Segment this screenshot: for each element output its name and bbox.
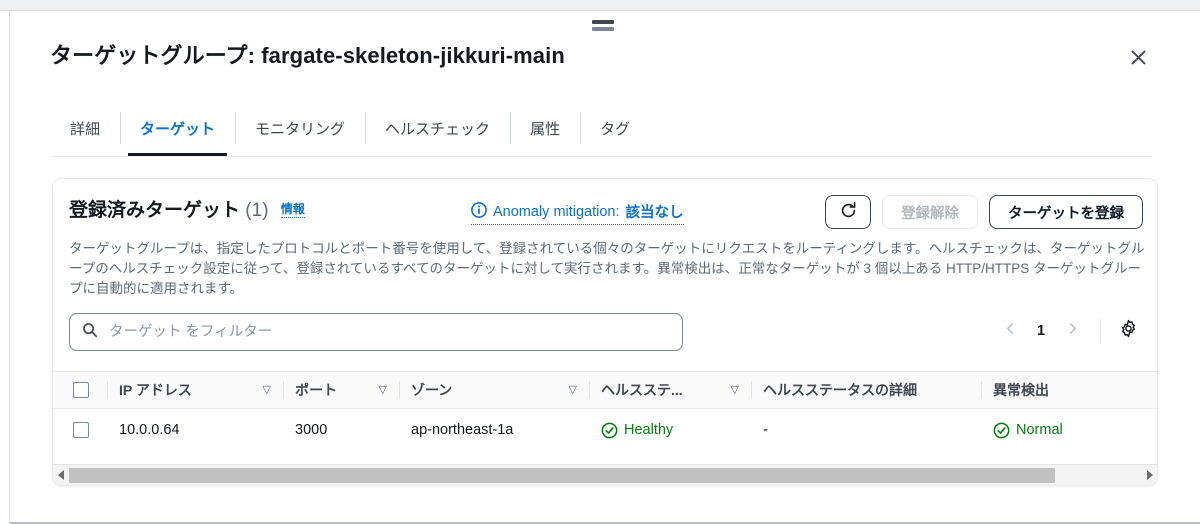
tab-monitoring[interactable]: モニタリング xyxy=(235,100,365,156)
chevron-left-icon xyxy=(1004,322,1017,340)
register-target-button[interactable]: ターゲットを登録 xyxy=(989,195,1143,229)
table-toolbar: 1 xyxy=(69,313,1143,351)
column-header-zone-label: ゾーン xyxy=(411,382,453,398)
gear-icon xyxy=(1119,319,1138,343)
tab-attributes-label: 属性 xyxy=(530,120,561,138)
tab-targets-label: ターゲット xyxy=(140,120,216,138)
anomaly-status-text: Normal xyxy=(1016,422,1063,438)
cell-port: 3000 xyxy=(295,422,328,438)
page-title-separator: : xyxy=(247,43,262,68)
column-header-ip[interactable]: IP アドレス ▽ xyxy=(107,372,283,408)
column-header-health-detail-label: ヘルスステータスの詳細 xyxy=(763,382,917,398)
tab-bar: 詳細 ターゲット モニタリング ヘルスチェック 属性 タグ xyxy=(50,100,1152,157)
tab-targets[interactable]: ターゲット xyxy=(120,100,235,156)
card-title-text: 登録済みターゲット xyxy=(69,200,241,221)
tab-tags-label: タグ xyxy=(600,120,631,138)
panel-drag-handle[interactable] xyxy=(592,20,614,32)
anomaly-mitigation-prefix: Anomaly mitigation: xyxy=(493,203,620,220)
column-header-port[interactable]: ポート ▽ xyxy=(283,372,399,408)
column-header-health-status[interactable]: ヘルスステ... ▽ xyxy=(589,372,751,408)
pagination-next-button[interactable] xyxy=(1056,314,1088,348)
deregister-button[interactable]: 登録解除 xyxy=(882,195,978,229)
page-title-label: ターゲットグループ xyxy=(50,43,248,68)
scroll-right-arrow-icon[interactable] xyxy=(1141,465,1157,486)
pagination-divider xyxy=(1100,319,1101,343)
check-circle-icon xyxy=(993,422,1010,439)
refresh-button[interactable] xyxy=(825,195,871,229)
status-badge-health: Healthy xyxy=(601,422,673,439)
tab-healthcheck-label: ヘルスチェック xyxy=(385,120,491,138)
tab-healthcheck[interactable]: ヘルスチェック xyxy=(365,100,510,156)
sort-icon-ip: ▽ xyxy=(262,383,271,396)
row-select-cell xyxy=(53,409,107,451)
table-header-row: IP アドレス ▽ ポート ▽ ゾーン ▽ ヘルスステ... ▽ ヘルスステータ… xyxy=(53,371,1157,409)
tab-attributes[interactable]: 属性 xyxy=(510,100,580,156)
cell-anomaly: Normal xyxy=(981,409,1157,451)
deregister-button-label: 登録解除 xyxy=(901,205,959,222)
card-description: ターゲットグループは、指定したプロトコルとポート番号を使用して、登録されている個… xyxy=(69,241,1145,296)
page-title-name: fargate-skeleton-jikkuri-main xyxy=(261,43,565,68)
search-input[interactable] xyxy=(107,315,670,349)
anomaly-mitigation-link[interactable]: Anomaly mitigation: 該当なし xyxy=(471,201,684,225)
table-row[interactable]: 10.0.0.64 3000 ap-northeast-1a Healthy -… xyxy=(53,409,1157,451)
pagination: 1 xyxy=(994,314,1143,348)
page-title: ターゲットグループ: fargate-skeleton-jikkuri-main xyxy=(50,38,565,70)
column-header-health-status-label: ヘルスステ... xyxy=(601,382,683,398)
tab-tags[interactable]: タグ xyxy=(580,100,650,156)
cell-zone: ap-northeast-1a xyxy=(411,422,514,438)
close-button[interactable] xyxy=(1122,41,1154,73)
drag-handle-bar-bottom xyxy=(592,27,614,31)
sort-icon-zone: ▽ xyxy=(568,383,577,396)
info-link[interactable]: 情報 xyxy=(280,202,305,218)
column-header-anomaly[interactable]: 異常検出 xyxy=(981,372,1157,408)
tab-details-label: 詳細 xyxy=(70,120,101,138)
scrollbar-thumb[interactable] xyxy=(69,467,1056,483)
scrollbar-track[interactable] xyxy=(69,467,1141,483)
tab-details[interactable]: 詳細 xyxy=(50,100,120,156)
refresh-icon xyxy=(839,201,858,224)
chevron-right-icon xyxy=(1066,322,1079,340)
row-checkbox[interactable] xyxy=(73,422,89,438)
health-status-text: Healthy xyxy=(624,422,674,438)
close-icon xyxy=(1129,48,1148,67)
search-box[interactable] xyxy=(69,313,683,351)
select-all-header xyxy=(53,372,107,408)
column-header-health-detail[interactable]: ヘルスステータスの詳細 xyxy=(751,372,981,408)
column-header-zone[interactable]: ゾーン ▽ xyxy=(399,372,589,408)
cell-ip: 10.0.0.64 xyxy=(119,422,180,438)
search-icon xyxy=(82,322,98,343)
column-header-ip-label: IP アドレス xyxy=(119,382,192,398)
table-horizontal-scrollbar[interactable] xyxy=(53,464,1157,485)
scroll-left-arrow-icon[interactable] xyxy=(53,465,69,486)
window-top-strip xyxy=(0,0,1200,11)
check-circle-icon xyxy=(601,422,618,439)
sort-icon-health-status: ▽ xyxy=(730,383,739,396)
column-header-port-label: ポート xyxy=(295,382,337,398)
app-root: ターゲットグループ: fargate-skeleton-jikkuri-main… xyxy=(0,0,1200,524)
pagination-page-1[interactable]: 1 xyxy=(1028,314,1054,348)
anomaly-mitigation-value: 該当なし xyxy=(625,205,684,221)
select-all-checkbox[interactable] xyxy=(73,382,89,398)
drag-handle-bar-top xyxy=(592,20,614,24)
card-header-actions: 登録解除 ターゲットを登録 xyxy=(825,195,1143,229)
status-badge-anomaly: Normal xyxy=(993,422,1063,439)
registered-targets-card: 登録済みターゲット (1) 情報 Anomaly mitigation: 該当な… xyxy=(52,178,1158,486)
column-header-anomaly-label: 異常検出 xyxy=(993,382,1049,398)
cell-health-status: Healthy xyxy=(589,409,751,451)
sort-icon-port: ▽ xyxy=(378,383,387,396)
info-circle-icon xyxy=(471,201,487,222)
cell-health-detail: - xyxy=(763,422,768,438)
register-target-button-label: ターゲットを登録 xyxy=(1008,205,1124,222)
table-preferences-button[interactable] xyxy=(1113,314,1143,348)
tab-bar-underline xyxy=(50,156,1152,157)
tab-monitoring-label: モニタリング xyxy=(255,120,346,138)
card-title-count: (1) xyxy=(245,200,269,221)
targets-table: IP アドレス ▽ ポート ▽ ゾーン ▽ ヘルスステ... ▽ ヘルスステータ… xyxy=(53,371,1157,451)
pagination-prev-button[interactable] xyxy=(994,314,1026,348)
window-left-rail xyxy=(0,11,10,524)
card-title: 登録済みターゲット (1) 情報 xyxy=(69,195,305,222)
card-header: 登録済みターゲット (1) 情報 Anomaly mitigation: 該当な… xyxy=(53,179,1157,241)
